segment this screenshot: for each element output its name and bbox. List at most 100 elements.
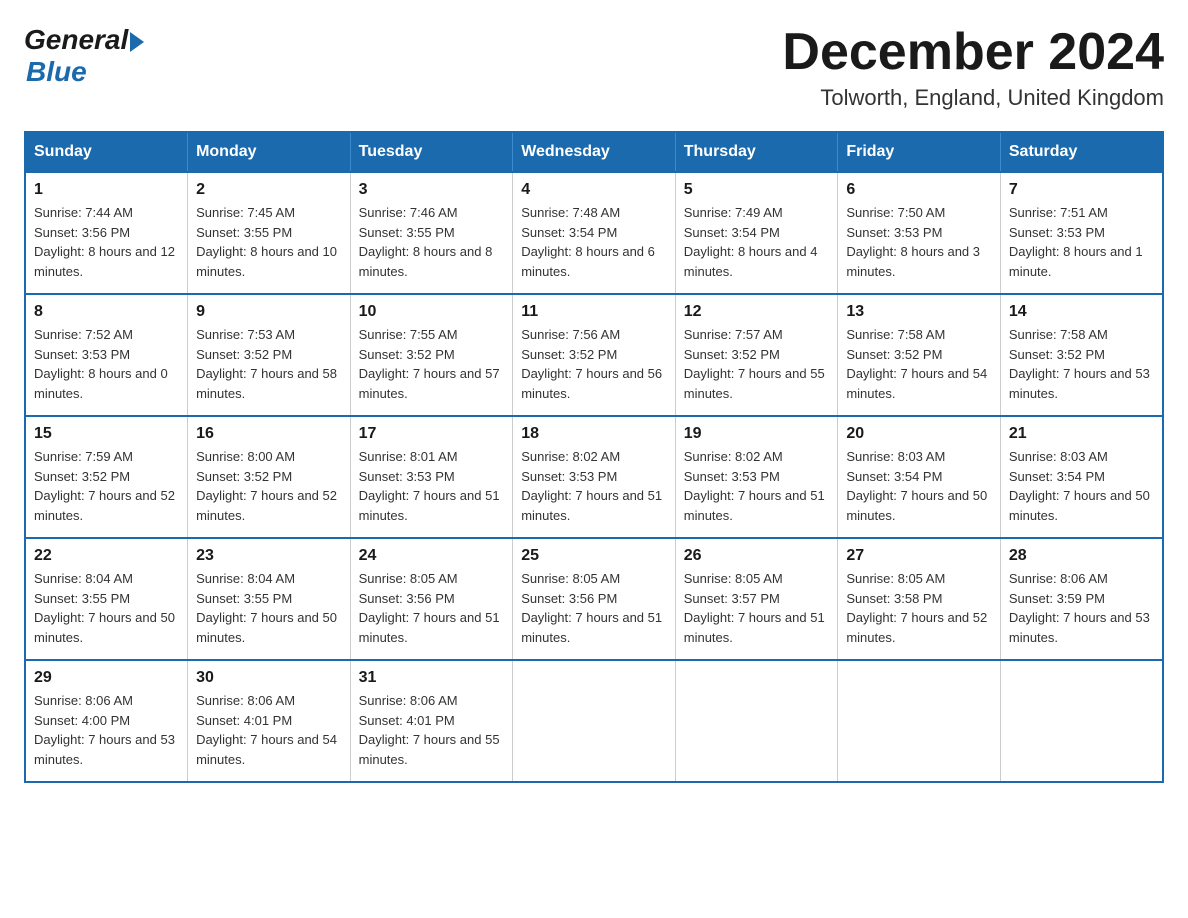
calendar-cell: 13 Sunrise: 7:58 AMSunset: 3:52 PMDayligh…: [838, 294, 1001, 416]
calendar-cell: 2Sunrise: 7:45 AMSunset: 3:55 PMDaylight…: [188, 172, 351, 294]
calendar-title-area: December 2024 Tolworth, England, United …: [782, 24, 1164, 111]
calendar-cell: 24 Sunrise: 8:05 AMSunset: 3:56 PMDayligh…: [350, 538, 513, 660]
weekday-header-saturday: Saturday: [1000, 132, 1163, 172]
logo-blue-text: Blue: [26, 56, 144, 88]
weekday-header-friday: Friday: [838, 132, 1001, 172]
day-info: Sunrise: 8:06 AMSunset: 4:01 PMDaylight:…: [196, 691, 342, 769]
calendar-week-row: 29 Sunrise: 8:06 AMSunset: 4:00 PMDayligh…: [25, 660, 1163, 782]
calendar-cell: 31 Sunrise: 8:06 AMSunset: 4:01 PMDayligh…: [350, 660, 513, 782]
logo-arrow-icon: [130, 32, 144, 52]
calendar-cell: 15Sunrise: 7:59 AMSunset: 3:52 PMDayligh…: [25, 416, 188, 538]
calendar-cell: 11 Sunrise: 7:56 AMSunset: 3:52 PMDayligh…: [513, 294, 676, 416]
day-number: 27: [846, 547, 992, 565]
day-info: Sunrise: 8:06 AMSunset: 4:01 PMDaylight:…: [359, 691, 505, 769]
calendar-cell: 9 Sunrise: 7:53 AMSunset: 3:52 PMDaylight…: [188, 294, 351, 416]
calendar-week-row: 15Sunrise: 7:59 AMSunset: 3:52 PMDayligh…: [25, 416, 1163, 538]
day-number: 22: [34, 547, 179, 565]
weekday-header-sunday: Sunday: [25, 132, 188, 172]
location-subtitle: Tolworth, England, United Kingdom: [782, 85, 1164, 111]
calendar-cell: [675, 660, 838, 782]
day-info: Sunrise: 7:57 AMSunset: 3:52 PMDaylight:…: [684, 325, 830, 403]
day-number: 11: [521, 303, 667, 321]
day-number: 17: [359, 425, 505, 443]
day-info: Sunrise: 7:52 AMSunset: 3:53 PMDaylight:…: [34, 325, 179, 403]
day-info: Sunrise: 8:05 AMSunset: 3:58 PMDaylight:…: [846, 569, 992, 647]
calendar-cell: 3Sunrise: 7:46 AMSunset: 3:55 PMDaylight…: [350, 172, 513, 294]
day-info: Sunrise: 7:58 AMSunset: 3:52 PMDaylight:…: [1009, 325, 1154, 403]
calendar-cell: 26 Sunrise: 8:05 AMSunset: 3:57 PMDayligh…: [675, 538, 838, 660]
calendar-cell: 7Sunrise: 7:51 AMSunset: 3:53 PMDaylight…: [1000, 172, 1163, 294]
day-number: 9: [196, 303, 342, 321]
day-number: 24: [359, 547, 505, 565]
day-number: 29: [34, 669, 179, 687]
day-number: 6: [846, 181, 992, 199]
day-number: 19: [684, 425, 830, 443]
calendar-cell: [838, 660, 1001, 782]
logo-general-text: General: [24, 24, 128, 56]
calendar-cell: 6 Sunrise: 7:50 AMSunset: 3:53 PMDaylight…: [838, 172, 1001, 294]
day-info: Sunrise: 8:00 AMSunset: 3:52 PMDaylight:…: [196, 447, 342, 525]
day-info: Sunrise: 8:06 AMSunset: 3:59 PMDaylight:…: [1009, 569, 1154, 647]
calendar-cell: 5Sunrise: 7:49 AMSunset: 3:54 PMDaylight…: [675, 172, 838, 294]
day-info: Sunrise: 8:04 AMSunset: 3:55 PMDaylight:…: [34, 569, 179, 647]
calendar-cell: 29 Sunrise: 8:06 AMSunset: 4:00 PMDayligh…: [25, 660, 188, 782]
weekday-header-thursday: Thursday: [675, 132, 838, 172]
day-info: Sunrise: 7:48 AMSunset: 3:54 PMDaylight:…: [521, 203, 667, 281]
day-number: 8: [34, 303, 179, 321]
calendar-table: SundayMondayTuesdayWednesdayThursdayFrid…: [24, 131, 1164, 783]
weekday-header-row: SundayMondayTuesdayWednesdayThursdayFrid…: [25, 132, 1163, 172]
day-info: Sunrise: 8:05 AMSunset: 3:56 PMDaylight:…: [359, 569, 505, 647]
calendar-cell: 17Sunrise: 8:01 AMSunset: 3:53 PMDayligh…: [350, 416, 513, 538]
day-number: 15: [34, 425, 179, 443]
calendar-cell: 22 Sunrise: 8:04 AMSunset: 3:55 PMDayligh…: [25, 538, 188, 660]
day-info: Sunrise: 8:03 AMSunset: 3:54 PMDaylight:…: [846, 447, 992, 525]
day-info: Sunrise: 8:05 AMSunset: 3:56 PMDaylight:…: [521, 569, 667, 647]
calendar-cell: 30 Sunrise: 8:06 AMSunset: 4:01 PMDayligh…: [188, 660, 351, 782]
calendar-week-row: 8 Sunrise: 7:52 AMSunset: 3:53 PMDaylight…: [25, 294, 1163, 416]
day-number: 10: [359, 303, 505, 321]
calendar-cell: 18 Sunrise: 8:02 AMSunset: 3:53 PMDayligh…: [513, 416, 676, 538]
weekday-header-tuesday: Tuesday: [350, 132, 513, 172]
day-info: Sunrise: 7:44 AMSunset: 3:56 PMDaylight:…: [34, 203, 179, 281]
calendar-week-row: 1 Sunrise: 7:44 AMSunset: 3:56 PMDaylight…: [25, 172, 1163, 294]
day-number: 7: [1009, 181, 1154, 199]
day-number: 21: [1009, 425, 1154, 443]
calendar-cell: 8 Sunrise: 7:52 AMSunset: 3:53 PMDaylight…: [25, 294, 188, 416]
logo: General Blue: [24, 24, 144, 88]
day-number: 4: [521, 181, 667, 199]
day-info: Sunrise: 8:02 AMSunset: 3:53 PMDaylight:…: [521, 447, 667, 525]
calendar-cell: 19 Sunrise: 8:02 AMSunset: 3:53 PMDayligh…: [675, 416, 838, 538]
day-info: Sunrise: 7:55 AMSunset: 3:52 PMDaylight:…: [359, 325, 505, 403]
calendar-cell: [513, 660, 676, 782]
day-info: Sunrise: 8:05 AMSunset: 3:57 PMDaylight:…: [684, 569, 830, 647]
day-info: Sunrise: 7:58 AMSunset: 3:52 PMDaylight:…: [846, 325, 992, 403]
day-info: Sunrise: 7:53 AMSunset: 3:52 PMDaylight:…: [196, 325, 342, 403]
calendar-cell: 27 Sunrise: 8:05 AMSunset: 3:58 PMDayligh…: [838, 538, 1001, 660]
day-number: 13: [846, 303, 992, 321]
day-number: 1: [34, 181, 179, 199]
day-number: 23: [196, 547, 342, 565]
day-number: 12: [684, 303, 830, 321]
day-info: Sunrise: 8:02 AMSunset: 3:53 PMDaylight:…: [684, 447, 830, 525]
day-number: 26: [684, 547, 830, 565]
day-number: 25: [521, 547, 667, 565]
day-info: Sunrise: 7:46 AMSunset: 3:55 PMDaylight:…: [359, 203, 505, 281]
weekday-header-monday: Monday: [188, 132, 351, 172]
calendar-cell: [1000, 660, 1163, 782]
calendar-cell: 25 Sunrise: 8:05 AMSunset: 3:56 PMDayligh…: [513, 538, 676, 660]
calendar-cell: 16Sunrise: 8:00 AMSunset: 3:52 PMDayligh…: [188, 416, 351, 538]
day-info: Sunrise: 8:06 AMSunset: 4:00 PMDaylight:…: [34, 691, 179, 769]
day-number: 20: [846, 425, 992, 443]
calendar-cell: 20 Sunrise: 8:03 AMSunset: 3:54 PMDayligh…: [838, 416, 1001, 538]
calendar-cell: 4 Sunrise: 7:48 AMSunset: 3:54 PMDaylight…: [513, 172, 676, 294]
calendar-cell: 1 Sunrise: 7:44 AMSunset: 3:56 PMDaylight…: [25, 172, 188, 294]
month-title: December 2024: [782, 24, 1164, 81]
calendar-week-row: 22 Sunrise: 8:04 AMSunset: 3:55 PMDayligh…: [25, 538, 1163, 660]
day-number: 31: [359, 669, 505, 687]
day-number: 18: [521, 425, 667, 443]
day-info: Sunrise: 7:50 AMSunset: 3:53 PMDaylight:…: [846, 203, 992, 281]
day-number: 30: [196, 669, 342, 687]
day-info: Sunrise: 7:56 AMSunset: 3:52 PMDaylight:…: [521, 325, 667, 403]
page-header: General Blue December 2024 Tolworth, Eng…: [24, 24, 1164, 111]
day-info: Sunrise: 7:49 AMSunset: 3:54 PMDaylight:…: [684, 203, 830, 281]
